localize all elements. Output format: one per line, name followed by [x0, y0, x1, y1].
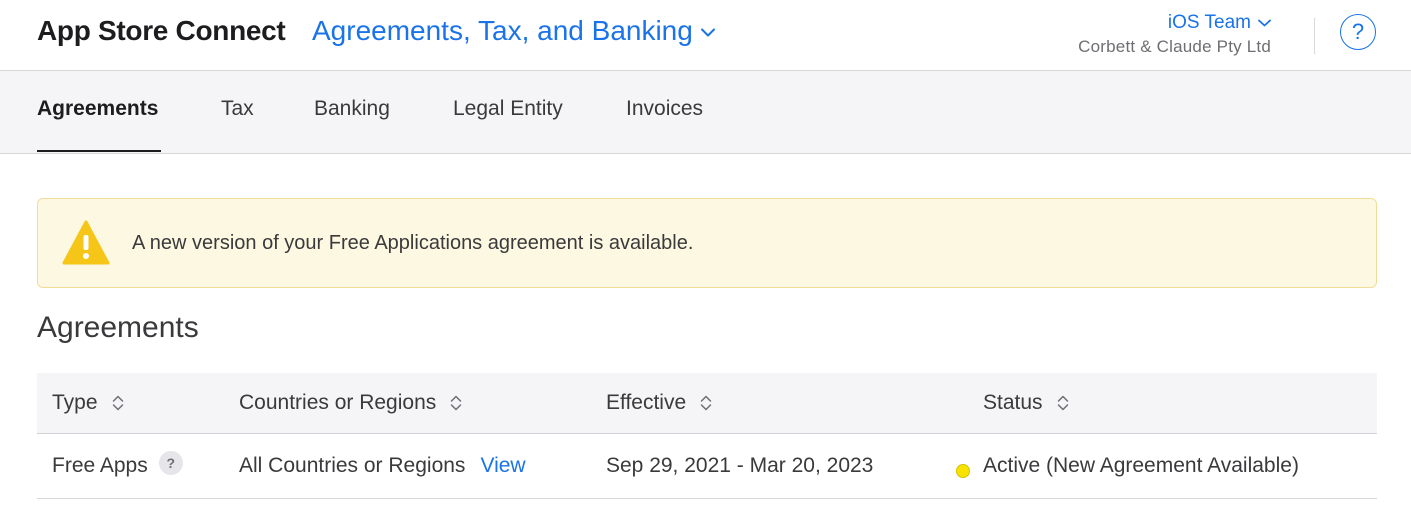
column-header-type[interactable]: Type	[52, 391, 124, 415]
agreements-table: Type Countries or Regions Effective Stat…	[37, 373, 1377, 499]
column-header-label: Countries or Regions	[239, 391, 437, 414]
organization-name: Corbett & Claude Pty Ltd	[1078, 37, 1271, 56]
column-header-label: Effective	[606, 391, 687, 414]
active-tab-indicator	[37, 150, 161, 152]
view-regions-link[interactable]: View	[480, 454, 525, 478]
agreements-heading: Agreements	[37, 311, 199, 344]
update-alert-banner: A new version of your Free Applications …	[37, 198, 1377, 288]
cell-regions: All Countries or Regions View	[239, 454, 526, 478]
tab-legal-entity[interactable]: Legal Entity	[453, 97, 563, 121]
help-button[interactable]: ?	[1340, 14, 1376, 50]
tab-agreements[interactable]: Agreements	[37, 97, 158, 121]
tab-invoices[interactable]: Invoices	[626, 97, 703, 121]
account-info: iOS Team Corbett & Claude Pty Ltd	[1078, 12, 1271, 57]
top-header: App Store Connect Agreements, Tax, and B…	[0, 0, 1411, 71]
warning-icon	[62, 220, 110, 265]
section-switcher-label: Agreements, Tax, and Banking	[312, 15, 693, 46]
column-header-effective[interactable]: Effective	[606, 391, 712, 415]
header-divider	[1314, 18, 1315, 54]
tab-bar: Agreements Tax Banking Legal Entity Invo…	[0, 71, 1411, 154]
cell-effective: Sep 29, 2021 - Mar 20, 2023	[606, 454, 873, 478]
chevron-down-icon	[700, 28, 715, 37]
agreement-type: Free Apps	[52, 454, 148, 477]
cell-status: Active (New Agreement Available)	[983, 454, 1299, 478]
team-switcher-label: iOS Team	[1167, 12, 1251, 33]
column-header-status[interactable]: Status	[983, 391, 1069, 415]
sort-icon	[112, 395, 123, 411]
sort-icon	[451, 395, 462, 411]
tab-tax[interactable]: Tax	[221, 97, 254, 121]
table-header: Type Countries or Regions Effective Stat…	[37, 373, 1377, 434]
help-icon[interactable]: ?	[158, 451, 183, 475]
column-header-label: Status	[983, 391, 1043, 414]
chevron-down-icon	[1258, 19, 1271, 27]
table-row: Free Apps ? All Countries or Regions Vie…	[37, 434, 1377, 499]
effective-dates: Sep 29, 2021 - Mar 20, 2023	[606, 454, 874, 477]
column-header-label: Type	[52, 391, 98, 414]
help-icon: ?	[1351, 19, 1365, 44]
team-switcher[interactable]: iOS Team	[1078, 12, 1271, 34]
sort-icon	[1057, 395, 1068, 411]
alert-message: A new version of your Free Applications …	[132, 232, 694, 254]
section-switcher[interactable]: Agreements, Tax, and Banking	[312, 15, 715, 47]
cell-type: Free Apps ?	[52, 451, 183, 478]
status-text: Active (New Agreement Available)	[983, 454, 1299, 477]
tab-banking[interactable]: Banking	[314, 97, 390, 121]
regions-text: All Countries or Regions	[239, 454, 466, 477]
app-title: App Store Connect	[37, 15, 286, 46]
column-header-countries[interactable]: Countries or Regions	[239, 391, 462, 415]
status-indicator-dot	[956, 464, 970, 478]
sort-icon	[700, 395, 712, 411]
